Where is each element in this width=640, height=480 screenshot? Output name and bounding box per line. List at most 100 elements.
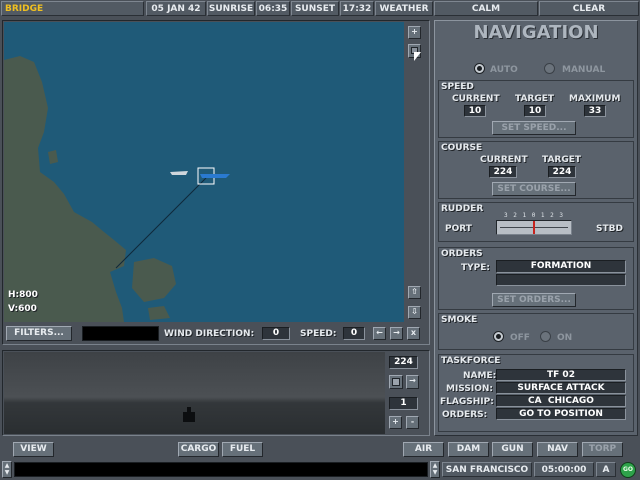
- tactical-map[interactable]: H:800 V:600: [4, 22, 404, 322]
- taskforce-orders-label: ORDERS:: [442, 410, 488, 420]
- orders-type-label: TYPE:: [461, 263, 490, 273]
- taskforce-mission-label: MISSION:: [446, 384, 493, 394]
- course-title: COURSE: [441, 143, 483, 153]
- fuel-button[interactable]: FUEL: [222, 442, 263, 457]
- filter-display: [82, 326, 159, 341]
- speed-target-label: TARGET: [515, 94, 555, 104]
- land-mass-west: [4, 56, 126, 322]
- next-button[interactable]: →: [390, 327, 403, 340]
- rudder-stbd-label: STBD: [596, 224, 623, 234]
- view-heading: 224: [389, 356, 418, 369]
- rudder-gauge: [496, 220, 572, 235]
- taskforce-flagship-value: CA CHICAGO: [496, 395, 626, 407]
- course-target-label: TARGET: [542, 155, 582, 165]
- go-button[interactable]: GO: [620, 462, 636, 478]
- course-line: [115, 177, 207, 269]
- other-ship-marker: [170, 171, 188, 175]
- ship-view-svg: [183, 407, 195, 422]
- selected-ship-marker: [200, 174, 230, 178]
- sky-condition: CLEAR: [539, 1, 639, 16]
- rudder-port-label: PORT: [445, 224, 472, 234]
- map-v-readout: V:600: [8, 304, 37, 314]
- island-3: [48, 150, 58, 164]
- wind-direction-value: 0: [262, 327, 290, 340]
- date-display: 05 JAN 42: [146, 1, 206, 16]
- set-orders-button[interactable]: SET ORDERS...: [492, 293, 576, 307]
- nav-button[interactable]: NAV: [537, 442, 578, 457]
- sunrise-label: SUNRISE: [207, 1, 255, 16]
- sunset-time: 17:32: [340, 1, 374, 16]
- speed-target-value: 10: [524, 105, 546, 117]
- rudder-scale-text: 3 2 1 0 1 2 3: [504, 212, 564, 219]
- torpedo-button[interactable]: TORP: [582, 442, 623, 457]
- speed-current-value: 10: [464, 105, 486, 117]
- sea-state: CALM: [434, 1, 538, 16]
- speed-title: SPEED: [441, 82, 474, 92]
- orders-type-value: FORMATION: [496, 260, 626, 273]
- smoke-off-radio[interactable]: [493, 331, 504, 342]
- course-target-value: 224: [548, 166, 576, 178]
- course-current-value: 224: [489, 166, 517, 178]
- cargo-button[interactable]: CARGO: [178, 442, 219, 457]
- ship-silhouette: [183, 407, 195, 422]
- course-current-label: CURRENT: [480, 155, 528, 165]
- view-zoom-out-button[interactable]: -: [406, 416, 419, 429]
- scroll-up-button[interactable]: ⇧: [408, 286, 421, 299]
- scroll-down-button[interactable]: ⇩: [408, 306, 421, 319]
- speed-maximum-label: MAXIMUM: [569, 94, 621, 104]
- view-button[interactable]: VIEW: [13, 442, 54, 457]
- set-course-button[interactable]: SET COURSE...: [492, 182, 576, 196]
- view-zoom-level: 1: [389, 397, 418, 410]
- taskforce-title: TASKFORCE: [441, 356, 501, 366]
- app-title: BRIDGE: [1, 1, 144, 16]
- island-4: [148, 306, 170, 320]
- smoke-on-radio[interactable]: [540, 331, 551, 342]
- taskforce-orders-value: GO TO POSITION: [496, 408, 626, 420]
- map-h-readout: H:800: [8, 290, 38, 300]
- auto-radio[interactable]: [474, 63, 485, 74]
- taskforce-mission-value: SURFACE ATTACK: [496, 382, 626, 394]
- filters-button[interactable]: FILTERS...: [6, 326, 72, 341]
- taskforce-name-value: TF 02: [496, 369, 626, 381]
- taskforce-flagship-label: FLAGSHIP:: [440, 397, 494, 407]
- view-rotate-button[interactable]: [389, 375, 403, 389]
- wind-speed-value: 0: [343, 327, 365, 340]
- mouse-cursor: [414, 52, 421, 61]
- wind-speed-label: SPEED:: [300, 329, 337, 339]
- weather-label: WEATHER: [375, 1, 433, 16]
- view-zoom-in-button[interactable]: +: [389, 416, 402, 429]
- rudder-title: RUDDER: [441, 204, 484, 214]
- smoke-title: SMOKE: [441, 315, 478, 325]
- view-next-button[interactable]: →: [406, 375, 419, 389]
- navigation-title: NAVIGATION: [473, 22, 599, 43]
- speed-current-label: CURRENT: [452, 94, 500, 104]
- taskforce-name-label: NAME:: [463, 371, 497, 381]
- orders-detail-field: [496, 274, 626, 286]
- location-display: SAN FRANCISCO: [442, 462, 532, 477]
- top-bar: BRIDGE 05 JAN 42 SUNRISE 06:35 SUNSET 17…: [0, 0, 640, 17]
- zoom-in-button[interactable]: +: [408, 26, 421, 39]
- message-line: [14, 462, 428, 477]
- smoke-off-label: OFF: [510, 333, 530, 343]
- sunset-label: SUNSET: [291, 1, 339, 16]
- speed-maximum-value: 33: [584, 105, 606, 117]
- set-speed-button[interactable]: SET SPEED...: [492, 121, 576, 135]
- air-button[interactable]: AIR: [403, 442, 444, 457]
- ship-view: [4, 352, 385, 434]
- wind-direction-label: WIND DIRECTION:: [164, 329, 255, 339]
- message-scroll-button[interactable]: ▲ ▼: [2, 461, 12, 478]
- rudder-indicator: [533, 221, 535, 234]
- manual-radio[interactable]: [544, 63, 555, 74]
- game-time-display: 05:00:00: [534, 462, 594, 477]
- orders-title: ORDERS: [441, 249, 483, 259]
- land-mass-south: [132, 258, 176, 302]
- gun-button[interactable]: GUN: [492, 442, 533, 457]
- auto-label: AUTO: [490, 65, 518, 75]
- location-scroll-button[interactable]: ▲ ▼: [430, 461, 440, 478]
- smoke-on-label: ON: [557, 333, 573, 343]
- damage-button[interactable]: DAM: [448, 442, 489, 457]
- sunrise-time: 06:35: [256, 1, 290, 16]
- prev-button[interactable]: ←: [373, 327, 386, 340]
- mode-indicator: A: [596, 462, 616, 477]
- close-map-button[interactable]: x: [407, 327, 420, 340]
